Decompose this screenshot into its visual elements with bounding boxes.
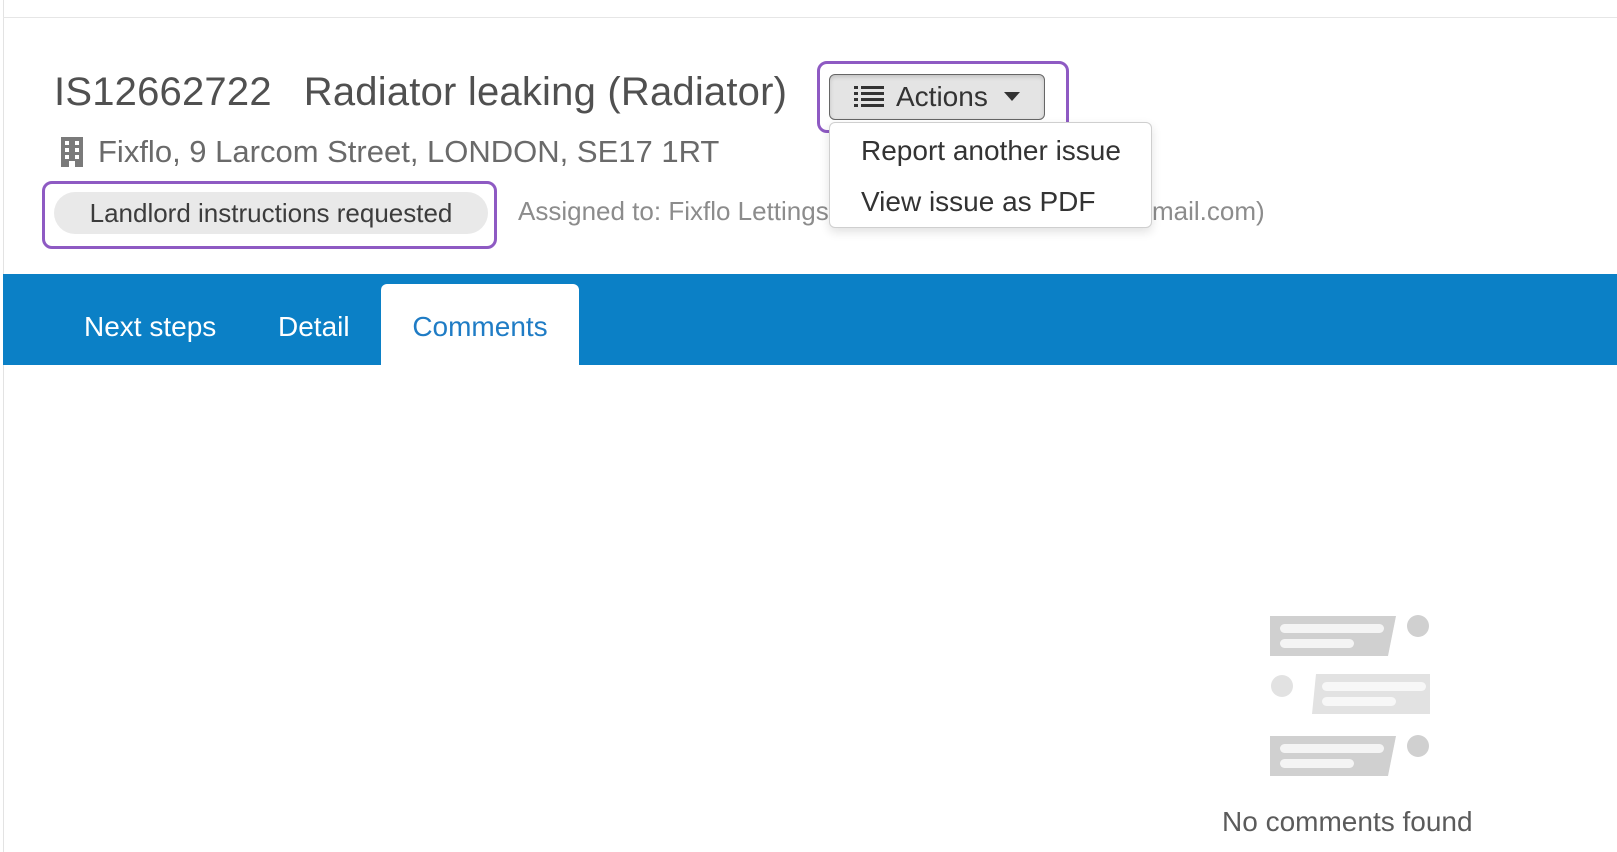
menu-item-report-another-issue[interactable]: Report another issue bbox=[861, 135, 1121, 167]
actions-button[interactable]: Actions bbox=[829, 74, 1045, 120]
assigned-to-text: Assigned to: Fixflo Lettings bbox=[518, 196, 829, 226]
header-divider bbox=[3, 17, 1617, 18]
issue-page: IS12662722 Radiator leaking (Radiator) Fi… bbox=[0, 0, 1617, 852]
building-icon bbox=[61, 137, 83, 167]
address-text: Fixflo, 9 Larcom Street, LONDON, SE17 1R… bbox=[98, 134, 720, 169]
page-left-border bbox=[3, 0, 4, 852]
property-address: Fixflo, 9 Larcom Street, LONDON, SE17 1R… bbox=[60, 134, 719, 170]
status-badge: Landlord instructions requested bbox=[54, 192, 488, 234]
issue-reference: IS12662722 bbox=[54, 70, 272, 114]
caret-down-icon bbox=[1003, 92, 1020, 101]
issue-title-text: Radiator leaking (Radiator) bbox=[303, 70, 788, 114]
actions-button-label: Actions bbox=[896, 81, 988, 112]
actions-dropdown-menu: Report another issue View issue as PDF bbox=[829, 122, 1152, 228]
page-title: IS12662722 Radiator leaking (Radiator) bbox=[54, 70, 787, 115]
tab-bar: Next steps Detail Comments bbox=[3, 274, 1617, 365]
no-comments-illustration-icon bbox=[1270, 615, 1430, 776]
tab-detail[interactable]: Detail bbox=[278, 274, 350, 365]
assigned-to-email-fragment: mail.com) bbox=[1152, 196, 1265, 226]
list-icon bbox=[854, 86, 884, 107]
tab-comments[interactable]: Comments bbox=[381, 284, 579, 365]
tab-next-steps[interactable]: Next steps bbox=[84, 274, 216, 365]
menu-item-view-issue-as-pdf[interactable]: View issue as PDF bbox=[861, 186, 1095, 218]
empty-state-message: No comments found bbox=[1222, 806, 1473, 837]
